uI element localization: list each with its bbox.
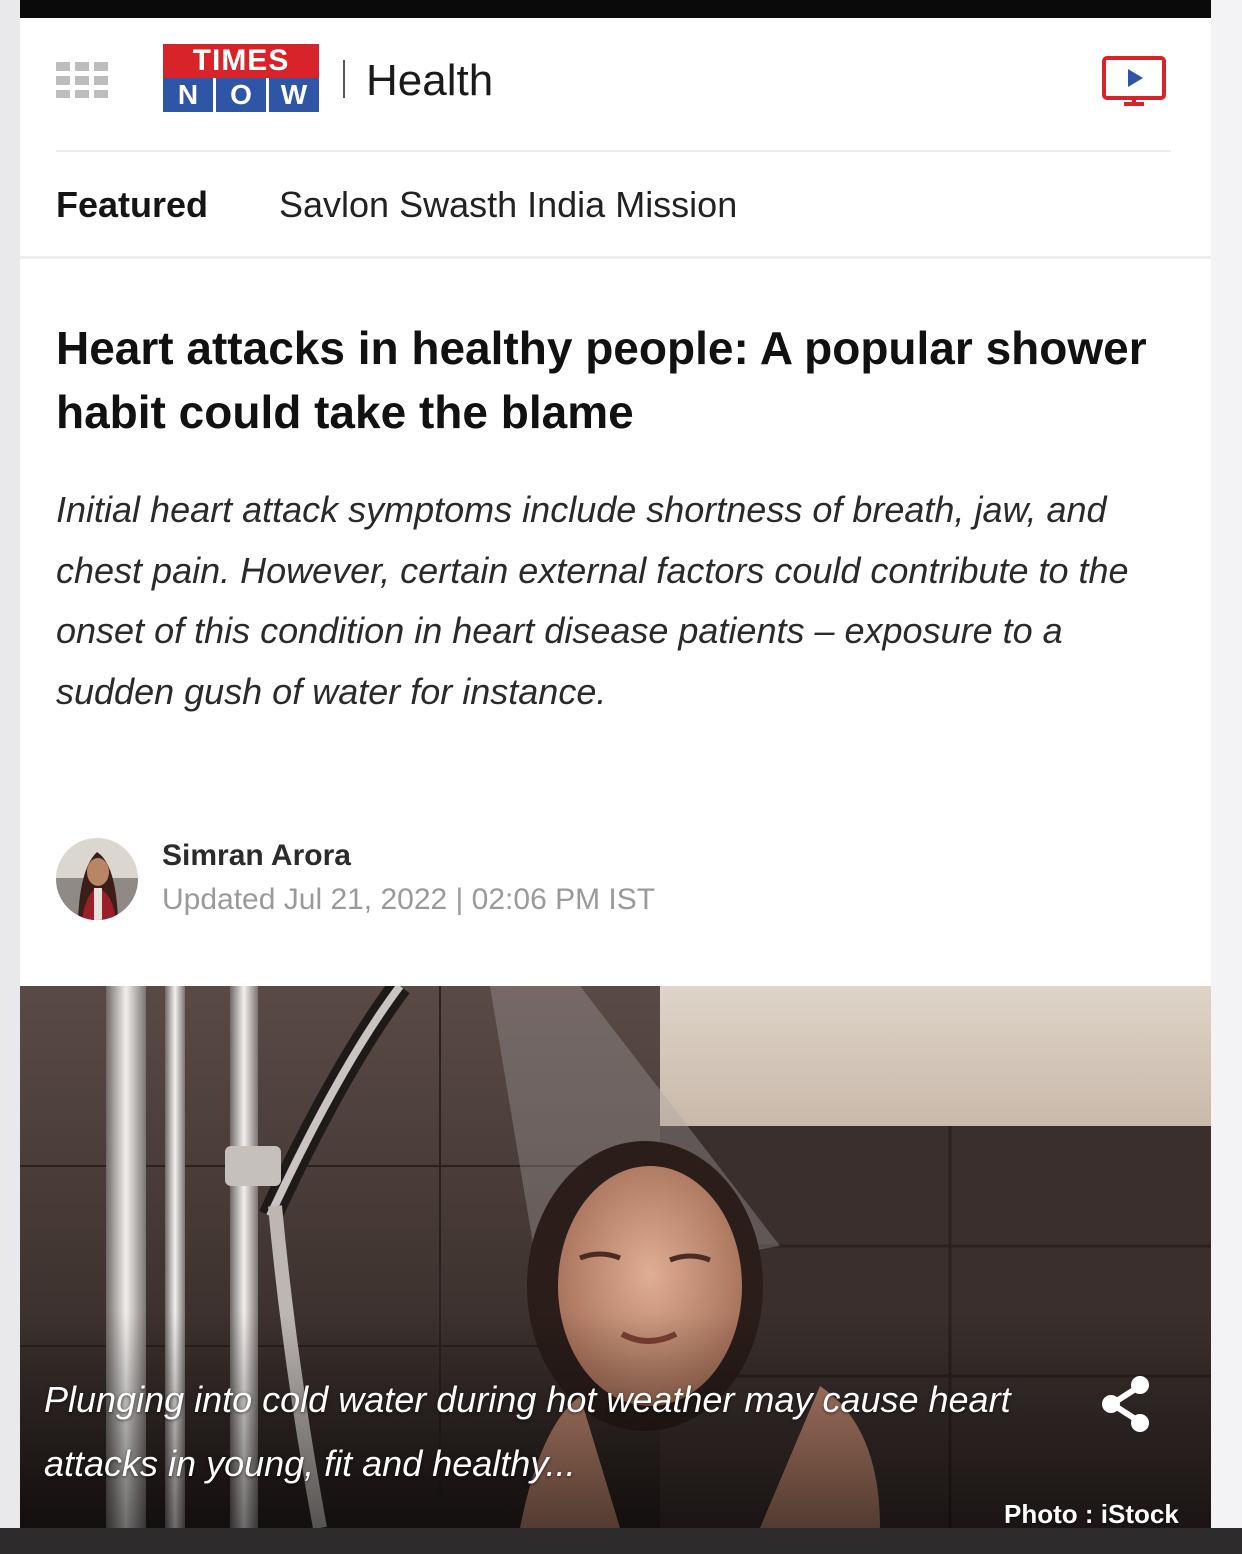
article-headline: Heart attacks in healthy people: A popul…: [56, 322, 1147, 438]
share-icon[interactable]: [1098, 1374, 1154, 1434]
logo-now-letter: W: [269, 78, 319, 112]
nav-featured[interactable]: Featured: [56, 184, 208, 226]
top-status-bar: [20, 0, 1211, 18]
article-page: TIMES N O W Health Featured Savlon Swast…: [20, 18, 1211, 1529]
nav-divider-line: [20, 256, 1211, 259]
header-divider-line: [56, 150, 1171, 152]
photo-caption: Plunging into cold water during hot weat…: [44, 1379, 1011, 1484]
nav-savlon-mission[interactable]: Savlon Swasth India Mission: [279, 184, 737, 226]
logo-now-letter: O: [216, 78, 266, 112]
header-divider: [343, 60, 345, 98]
photo-credit: Photo : iStock: [1004, 1499, 1179, 1529]
right-gutter: [1211, 0, 1242, 1554]
bottom-bar: [0, 1528, 1242, 1554]
author-avatar[interactable]: [56, 838, 138, 920]
section-title[interactable]: Health: [366, 56, 493, 106]
avatar-portrait-icon: [56, 838, 138, 920]
grid-menu-icon[interactable]: [56, 62, 110, 98]
logo-now-letter: N: [163, 78, 213, 112]
logo-times-text: TIMES: [163, 44, 319, 78]
article-summary: Initial heart attack symptoms include sh…: [56, 489, 1129, 712]
times-now-logo[interactable]: TIMES N O W: [163, 44, 319, 112]
tv-play-icon[interactable]: [1102, 54, 1166, 116]
author-name[interactable]: Simran Arora: [162, 836, 351, 876]
updated-timestamp: Updated Jul 21, 2022 | 02:06 PM IST: [162, 883, 656, 916]
logo-now-text: N O W: [163, 78, 319, 112]
